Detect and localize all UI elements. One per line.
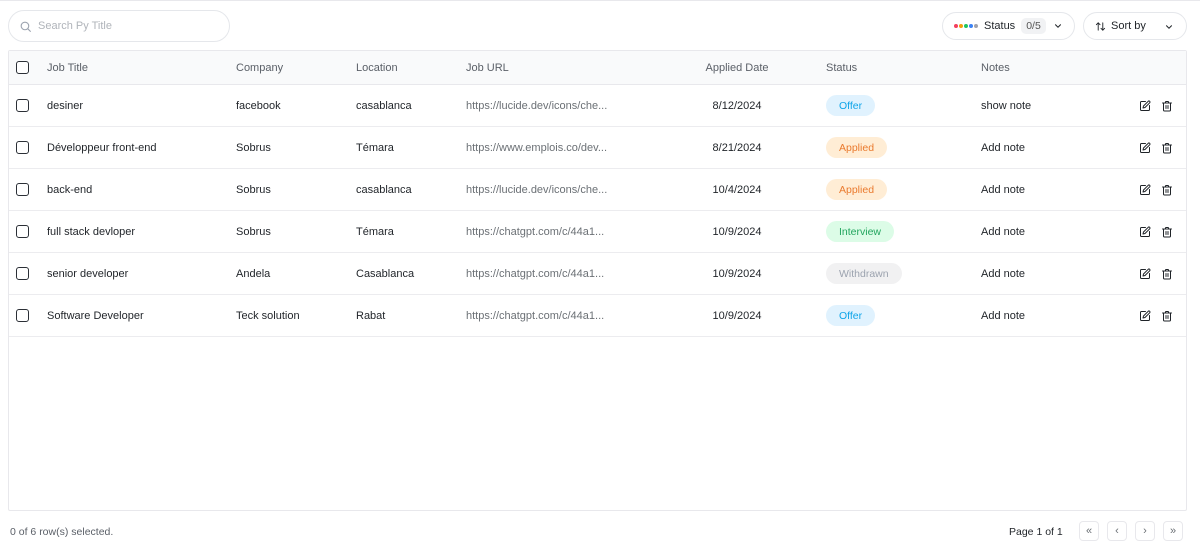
cell-company: Sobrus — [236, 183, 271, 196]
header-job-url[interactable]: Job URL — [466, 51, 509, 84]
row-checkbox[interactable] — [16, 183, 29, 196]
chevron-down-icon — [1165, 25, 1173, 29]
trash-icon[interactable] — [1161, 142, 1173, 154]
edit-icon[interactable] — [1139, 225, 1151, 238]
header-job-title[interactable]: Job Title — [47, 51, 88, 84]
cell-applied-date: 10/4/2024 — [712, 183, 762, 196]
header-location[interactable]: Location — [356, 51, 398, 84]
cell-company: Sobrus — [236, 141, 271, 154]
table-row[interactable]: Développeur front-end Sobrus Témara https:/… — [9, 127, 1186, 169]
cell-company: Teck solution — [236, 309, 300, 322]
trash-icon[interactable] — [1161, 100, 1173, 112]
edit-icon[interactable] — [1139, 267, 1151, 280]
cell-applied-date: 10/9/2024 — [712, 225, 762, 238]
cell-job-url[interactable]: https://chatgpt.com/c/44a1... — [466, 295, 604, 336]
table-row[interactable]: senior developer Andela Casablanca https://… — [9, 253, 1186, 295]
cell-job-title: full stack devloper — [47, 225, 136, 238]
status-badge[interactable]: Applied — [826, 137, 888, 158]
cell-notes-link[interactable]: Add note — [981, 169, 1025, 210]
search-box[interactable] — [8, 10, 230, 42]
cell-applied-date: 10/9/2024 — [712, 267, 762, 280]
edit-icon[interactable] — [1139, 309, 1151, 322]
status-badge[interactable]: Applied — [826, 179, 888, 200]
header-status[interactable]: Status — [826, 51, 857, 84]
sort-arrows-icon — [1095, 21, 1106, 31]
chevron-down-icon — [1054, 24, 1061, 28]
row-checkbox[interactable] — [16, 309, 29, 322]
cell-notes-link[interactable]: Add note — [981, 253, 1025, 294]
previous-page-button[interactable]: ‹ — [1107, 521, 1127, 541]
cell-location: casablanca — [356, 183, 412, 196]
cell-job-url[interactable]: https://chatgpt.com/c/44a1... — [466, 211, 604, 252]
cell-company: Andela — [236, 267, 271, 280]
status-filter-label: Status — [984, 20, 1016, 32]
cell-location: Témara — [356, 225, 394, 238]
cell-applied-date: 8/12/2024 — [712, 99, 762, 112]
cell-job-url[interactable]: https://lucide.dev/icons/che... — [466, 169, 607, 210]
cell-job-url[interactable]: https://chatgpt.com/c/44a1... — [466, 253, 604, 294]
status-badge[interactable]: Withdrawn — [826, 263, 902, 284]
cell-applied-date: 10/9/2024 — [712, 309, 762, 322]
table-row[interactable]: Software Developer Teck solution Rabat http… — [9, 295, 1186, 337]
sort-by-button[interactable]: Sort by — [1083, 12, 1187, 40]
table-row[interactable]: desiner facebook casablanca https://lucide.… — [9, 85, 1186, 127]
status-dots-icon — [953, 23, 979, 29]
header-company[interactable]: Company — [236, 51, 283, 84]
cell-job-url[interactable]: https://lucide.dev/icons/che... — [466, 85, 607, 126]
table-header: Job Title Company Location Job URL Appli… — [9, 51, 1186, 85]
cell-applied-date: 8/21/2024 — [712, 141, 762, 154]
trash-icon[interactable] — [1161, 184, 1173, 196]
row-checkbox[interactable] — [16, 225, 29, 238]
trash-icon[interactable] — [1161, 268, 1173, 280]
status-badge[interactable]: Interview — [826, 221, 895, 242]
cell-location: Casablanca — [356, 267, 415, 280]
cell-notes-link[interactable]: Add note — [981, 127, 1025, 168]
cell-job-title: Software Developer — [47, 309, 144, 322]
status-filter-count: 0/5 — [1021, 18, 1046, 34]
cell-notes-link[interactable]: show note — [981, 85, 1031, 126]
search-icon — [20, 21, 31, 32]
trash-icon[interactable] — [1161, 310, 1173, 322]
table-row[interactable]: full stack devloper Sobrus Témara https://c… — [9, 211, 1186, 253]
edit-icon[interactable] — [1139, 183, 1151, 196]
row-checkbox[interactable] — [16, 99, 29, 112]
first-page-button[interactable]: « — [1079, 521, 1099, 541]
cell-job-title: Développeur front-end — [47, 141, 157, 154]
page-indicator: Page 1 of 1 — [1009, 526, 1063, 538]
search-input[interactable] — [38, 20, 218, 32]
cell-location: casablanca — [356, 99, 412, 112]
status-badge[interactable]: Offer — [826, 95, 876, 116]
cell-company: facebook — [236, 99, 281, 112]
select-all-checkbox[interactable] — [16, 61, 29, 74]
cell-notes-link[interactable]: Add note — [981, 211, 1025, 252]
selection-count: 0 of 6 row(s) selected. — [10, 526, 114, 538]
cell-location: Rabat — [356, 309, 386, 322]
table-row[interactable]: back-end Sobrus casablanca https://lucide.d… — [9, 169, 1186, 211]
jobs-table: Job Title Company Location Job URL Appli… — [8, 50, 1187, 511]
next-page-button[interactable]: › — [1135, 521, 1155, 541]
row-checkbox[interactable] — [16, 267, 29, 280]
edit-icon[interactable] — [1139, 99, 1151, 112]
trash-icon[interactable] — [1161, 226, 1173, 238]
edit-icon[interactable] — [1139, 141, 1151, 154]
top-divider — [0, 0, 1200, 1]
cell-job-title: desiner — [47, 99, 84, 112]
sort-by-label: Sort by — [1111, 20, 1146, 32]
header-notes: Notes — [981, 61, 1010, 74]
header-applied-date[interactable]: Applied Date — [667, 51, 807, 84]
status-filter-button[interactable]: Status 0/5 — [942, 12, 1075, 40]
cell-location: Témara — [356, 141, 394, 154]
cell-company: Sobrus — [236, 225, 271, 238]
last-page-button[interactable]: » — [1163, 521, 1183, 541]
row-checkbox[interactable] — [16, 141, 29, 154]
status-badge[interactable]: Offer — [826, 305, 876, 326]
cell-job-url[interactable]: https://www.emplois.co/dev... — [466, 127, 607, 168]
cell-notes-link[interactable]: Add note — [981, 295, 1025, 336]
cell-job-title: senior developer — [47, 267, 129, 280]
cell-job-title: back-end — [47, 183, 93, 196]
